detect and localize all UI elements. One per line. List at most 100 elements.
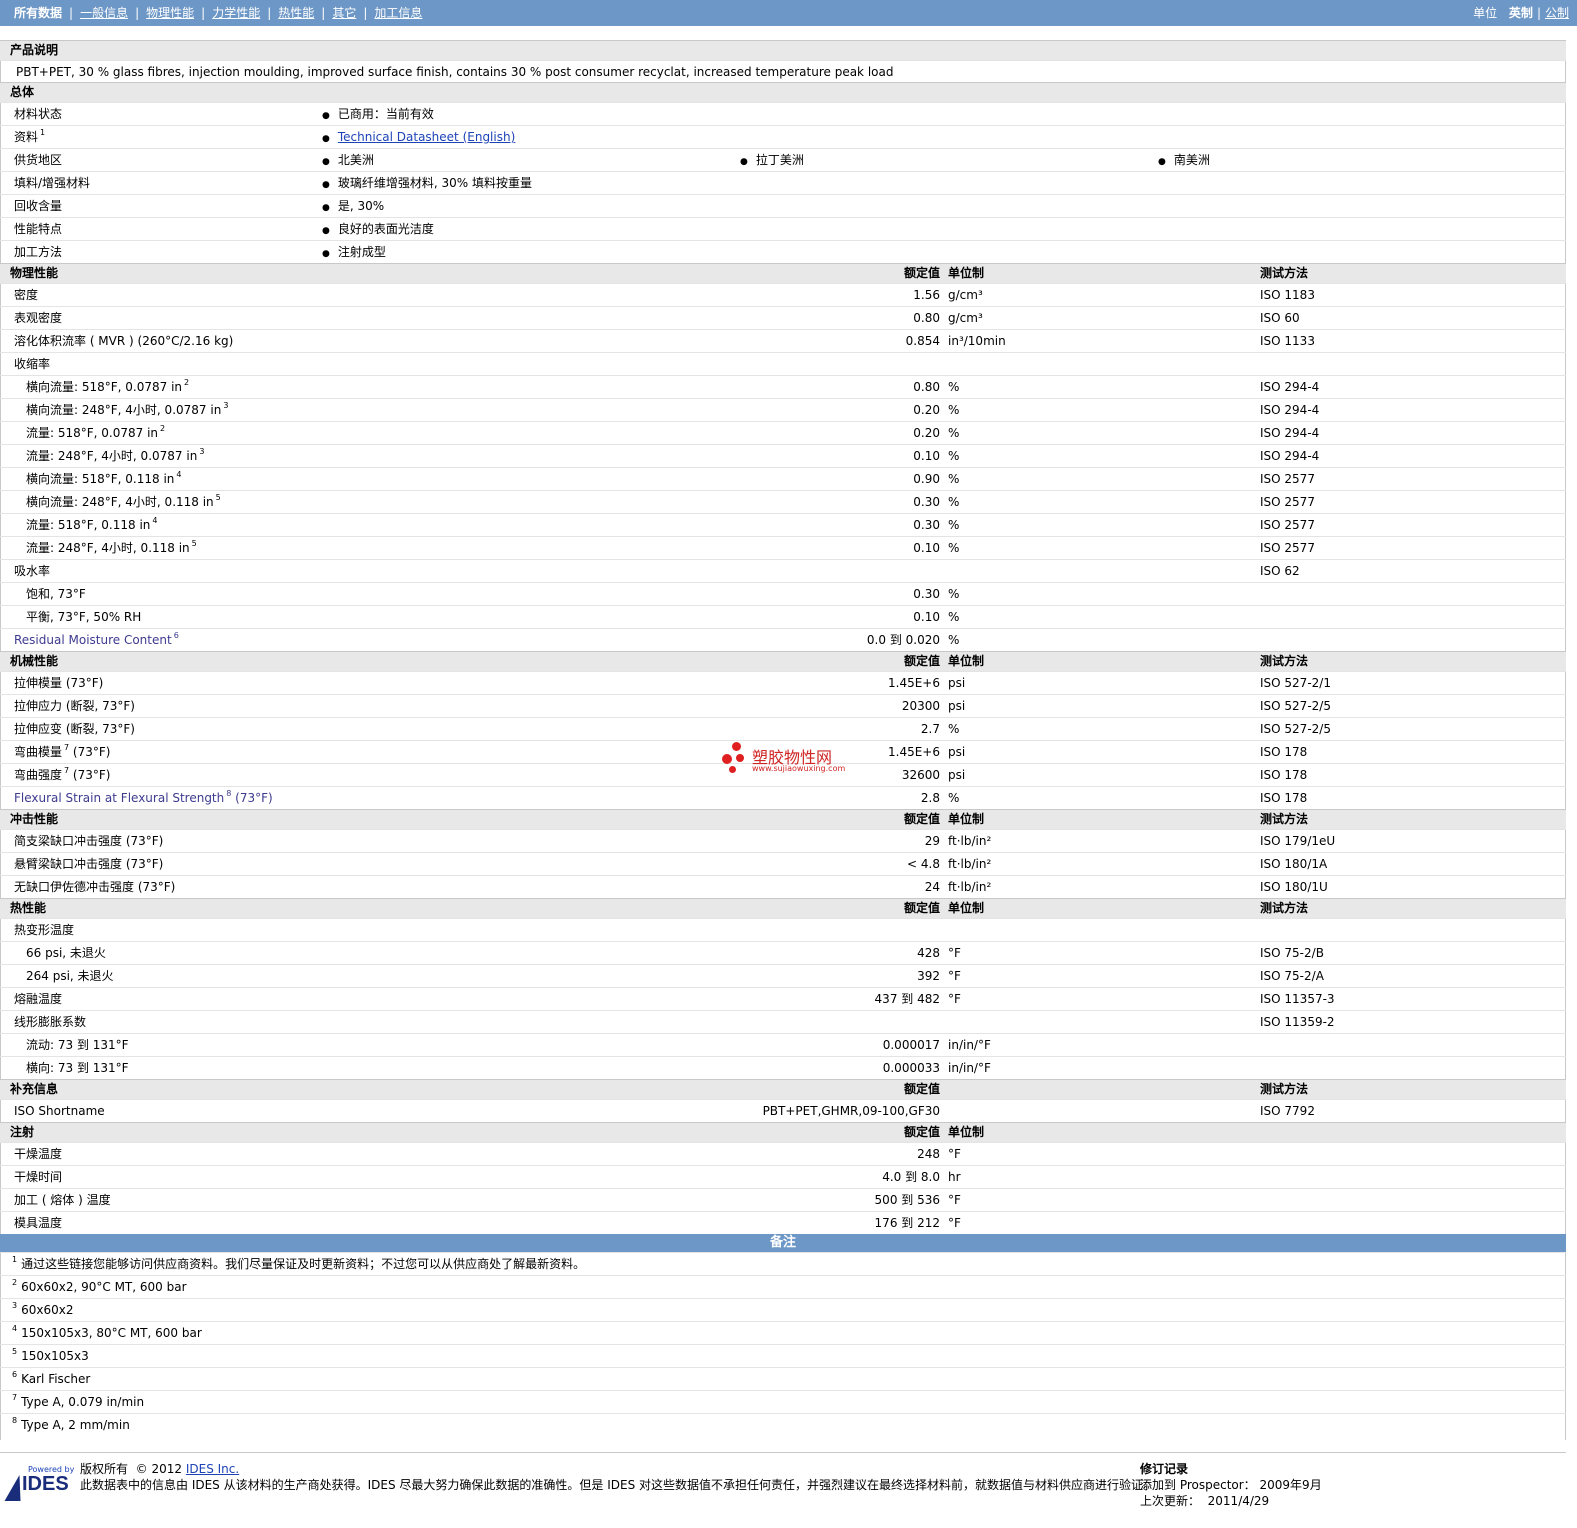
section-title: 物理性能 [10,266,59,280]
nav-all-data[interactable]: 所有数据 [14,6,62,20]
property-label: 弯曲强度 [14,768,63,782]
general-row-feature: 性能特点 ● 良好的表面光洁度 [0,217,1566,240]
property-name: 264 psi, 未退火 [26,965,114,987]
header-unit: 单位制 [948,1125,985,1139]
property-name: 平衡, 73°F, 50% RH [26,606,141,628]
property-unit: g/cm³ [948,311,983,325]
property-name: 收缩率 [14,353,50,375]
property-unit: °F [948,1216,961,1230]
table-row: 线形膨胀系数 ISO 11359-2 [0,1010,1566,1033]
section-title: 补充信息 [10,1082,59,1096]
supplement-rows: ISO Shortname PBT+PET,GHMR,09-100,GF30 ISO… [0,1099,1566,1122]
region-1: ● 北美洲 [322,153,374,167]
general-row-docs: 资料 1 ● Technical Datasheet (English) [0,125,1566,148]
revision-history: 修订记录 添加到 Prospector： 2009年9月 上次更新： 2011/… [1140,1461,1322,1509]
general-row-status: 材料状态 ● 已商用：当前有效 [0,102,1566,125]
table-row: 264 psi, 未退火 392 °F ISO 75-2/A [0,964,1566,987]
nav-physical[interactable]: 物理性能 [146,6,194,20]
note-number: 4 [12,1324,18,1333]
added-label: 添加到 Prospector： [1140,1478,1256,1492]
nav-general[interactable]: 一般信息 [80,6,128,20]
property-value: 1.45E+6 [888,676,940,690]
note-content: 3 60x60x2 [12,1299,73,1321]
property-name: 线形膨胀系数 [14,1011,86,1033]
footer: Powered by IDES 版权所有 © 2012 IDES Inc. 此数… [0,1452,1566,1528]
section-links: 所有数据 | 一般信息 | 物理性能 | 力学性能 | 热性能 | 其它 | 加工信息 [14,6,423,20]
note-number: 8 [12,1416,18,1425]
note-text: Type A, 0.079 in/min [21,1395,145,1409]
property-label: 66 psi, 未退火 [26,946,106,960]
property-name: 干燥时间 [14,1166,62,1188]
property-unit: % [948,791,960,805]
property-label: 悬臂梁缺口冲击强度 (73°F) [14,857,164,871]
note-text: Karl Fischer [21,1372,91,1386]
footnote-ref: 8 [226,789,232,798]
row-label: 填料/增强材料 [14,176,91,190]
property-value: 0.30 [913,518,940,532]
property-label: 横向流量: 518°F, 0.0787 in [26,380,183,394]
test-method: ISO 60 [1260,311,1300,325]
unit-metric[interactable]: 公制 [1545,6,1569,20]
test-method: ISO 178 [1260,745,1308,759]
property-name: 横向流量: 248°F, 4小时, 0.118 in 5 [26,491,221,513]
header-value: 额定值 [903,1082,940,1096]
row-label: 材料状态 [14,107,63,121]
section-thermal: 热性能 额定值 单位制 测试方法 [0,898,1566,918]
unit-english[interactable]: 英制 [1509,6,1533,20]
property-label: 拉伸应力 (断裂, 73°F) [14,699,135,713]
general-row-filler: 填料/增强材料 ● 玻璃纤维增强材料, 30% 填料按重量 [0,171,1566,194]
nav-mechanical[interactable]: 力学性能 [212,6,260,20]
property-name: 流量: 248°F, 4小时, 0.118 in 5 [26,537,197,559]
copyright-label: 版权所有 [80,1462,129,1476]
test-method: ISO 75-2/B [1260,946,1324,960]
test-method: ISO 527-2/5 [1260,722,1331,736]
section-general: 总体 [0,82,1566,102]
header-test: 测试方法 [1260,901,1309,915]
top-nav-bar: 所有数据 | 一般信息 | 物理性能 | 力学性能 | 热性能 | 其它 | 加工信息 单位 英制 | 公制 [0,0,1577,26]
row-label: 性能特点 [14,222,63,236]
property-unit: % [948,403,960,417]
property-name: 简支梁缺口冲击强度 (73°F) [14,830,163,852]
note-content: 1 通过这些链接您能够访问供应商资料。我们尽量保证及时更新资料；不过您可以从供应商… [12,1253,585,1275]
datasheet-link[interactable]: Technical Datasheet (English) [338,130,515,144]
header-value: 额定值 [903,812,940,826]
note-text: 150x105x3, 80°C MT, 600 bar [21,1326,202,1340]
property-unit: °F [948,1193,961,1207]
property-label: 流量: 248°F, 4小时, 0.0787 in [26,449,198,463]
property-name: Residual Moisture Content 6 [14,629,179,651]
note-number: 3 [12,1301,18,1310]
nav-other[interactable]: 其它 [332,6,356,20]
row-value: ● 已商用：当前有效 [322,107,434,121]
section-supplement: 补充信息 额定值 测试方法 [0,1079,1566,1099]
test-method: ISO 2577 [1260,518,1315,532]
property-label: 流动: 73 到 131°F [26,1038,129,1052]
nav-thermal[interactable]: 热性能 [278,6,314,20]
property-value: PBT+PET,GHMR,09-100,GF30 [762,1104,940,1118]
property-condition: (73°F) [231,791,273,805]
company-link[interactable]: IDES Inc. [186,1462,239,1476]
header-value: 额定值 [903,654,940,668]
property-name: 拉伸应力 (断裂, 73°F) [14,695,135,717]
header-test: 测试方法 [1260,1082,1309,1096]
property-unit: psi [948,768,966,782]
table-row: 饱和, 73°F 0.30% [0,582,1566,605]
header-unit: 单位制 [948,266,985,280]
footnote-ref: 6 [173,631,179,640]
note-content: 8 Type A, 2 mm/min [12,1414,130,1436]
header-test: 测试方法 [1260,812,1309,826]
property-unit: % [948,633,960,647]
note-content: 7 Type A, 0.079 in/min [12,1391,144,1413]
notes-header: 备注 [0,1234,1566,1252]
updated-label: 上次更新： [1140,1494,1201,1508]
property-name: ISO Shortname [14,1100,105,1122]
test-method: ISO 2577 [1260,541,1315,555]
property-value: 0.0 到 0.020 [866,633,940,647]
nav-processing[interactable]: 加工信息 [374,6,422,20]
note-number: 2 [12,1278,18,1287]
property-value: < 4.8 [907,857,940,871]
property-label: 横向流量: 248°F, 4小时, 0.118 in [26,495,214,509]
table-row: 流量: 248°F, 4小时, 0.0787 in 3 0.10% ISO 294-4 [0,444,1566,467]
note-content: 6 Karl Fischer [12,1368,90,1390]
footnote-ref: 7 [64,743,70,752]
property-unit: psi [948,699,966,713]
